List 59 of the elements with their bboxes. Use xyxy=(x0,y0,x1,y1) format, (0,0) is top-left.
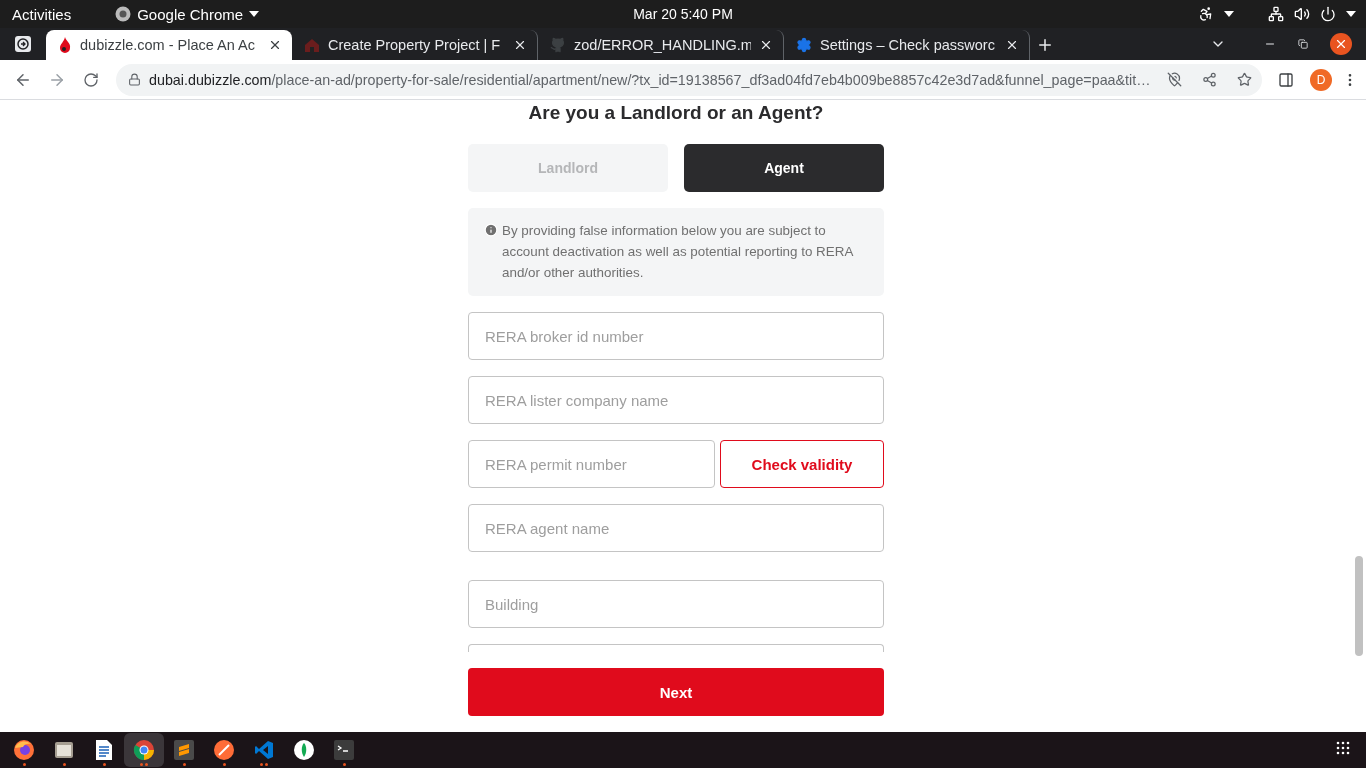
leaf-icon[interactable] xyxy=(293,739,315,761)
location-blocked-icon[interactable] xyxy=(1167,72,1182,87)
chrome-icon[interactable] xyxy=(133,739,155,761)
text-field[interactable]: RERA permit number xyxy=(468,440,715,488)
close-icon[interactable] xyxy=(1005,38,1019,52)
accessibility-icon[interactable] xyxy=(1198,6,1214,22)
power-icon[interactable] xyxy=(1320,6,1336,22)
text-field[interactable]: RERA broker id number xyxy=(468,312,884,360)
info-icon xyxy=(484,223,498,237)
browser-tab[interactable]: dubizzle.com - Place An Ac xyxy=(46,30,292,60)
house-icon xyxy=(304,37,320,53)
caret-icon xyxy=(1224,11,1234,17)
text-field[interactable]: RERA lister company name xyxy=(468,376,884,424)
role-toggle[interactable]: Agent xyxy=(684,144,884,192)
terminal-icon[interactable] xyxy=(334,740,354,760)
pen-icon[interactable] xyxy=(213,739,235,761)
text-field[interactable]: RERA agent name xyxy=(468,504,884,552)
new-tab-icon[interactable] xyxy=(1036,36,1054,54)
restore-icon[interactable] xyxy=(1298,39,1308,49)
github-icon xyxy=(550,37,566,53)
running-indicator xyxy=(140,763,148,766)
address-bar[interactable]: dubai.dubizzle.com/place-an-ad/property-for-sale/residential/apartment/new/?tx_id=19138567_df3ad04fd7eb4b009be8857c42e3d7ad&funnel_page=paa&tit… xyxy=(116,63,1262,96)
caret-icon xyxy=(1346,11,1356,17)
running-indicator xyxy=(182,763,186,766)
side-panel-icon[interactable] xyxy=(1278,71,1294,88)
caret-icon xyxy=(249,11,260,17)
sublime-icon[interactable] xyxy=(174,740,194,760)
close-icon[interactable] xyxy=(759,38,773,52)
running-indicator xyxy=(222,763,226,766)
chrome-icon xyxy=(115,6,132,22)
folder-icon[interactable] xyxy=(54,740,74,760)
running-indicator xyxy=(260,763,268,766)
clock[interactable]: Mar 20 5:40 PM xyxy=(633,6,733,22)
text-field[interactable]: Building xyxy=(468,580,884,628)
running-indicator xyxy=(62,763,66,766)
form-title: Are you a Landlord or an Agent? xyxy=(527,102,825,124)
code-editor-icon[interactable] xyxy=(254,740,274,760)
close-icon[interactable] xyxy=(513,38,527,52)
notice-text: By providing false information below you are subject to account deactivation as well as potential reporting to RERA and/or other authorities. xyxy=(502,222,855,282)
check-validity-button[interactable]: Check validity xyxy=(720,440,884,488)
scrollbar-thumb[interactable] xyxy=(1355,556,1363,656)
document-icon[interactable] xyxy=(95,739,113,761)
running-indicator xyxy=(102,763,106,766)
share-icon[interactable] xyxy=(1202,72,1217,87)
flame-icon xyxy=(58,37,72,53)
reload-icon[interactable] xyxy=(83,71,99,88)
url-text: dubai.dubizzle.com/place-an-ad/property-for-sale/residential/apartment/new/?tx_id=19138567_df3ad04fd7eb4b009be8857c42e3d7ad&funnel_page=paa&tit… xyxy=(149,71,1151,88)
bookmark-icon[interactable] xyxy=(1237,72,1252,87)
next-button[interactable]: Next xyxy=(468,668,884,716)
firefox-icon[interactable] xyxy=(13,739,35,761)
volume-icon[interactable] xyxy=(1294,6,1310,22)
close-icon[interactable] xyxy=(268,38,282,52)
running-indicator xyxy=(342,763,346,766)
activities-button[interactable]: Activities xyxy=(12,5,72,23)
settings-icon xyxy=(796,37,812,53)
app-menu[interactable]: Google Chrome xyxy=(137,5,244,23)
network-icon[interactable] xyxy=(1268,6,1284,22)
lock-icon xyxy=(128,73,141,86)
running-indicator xyxy=(22,763,26,766)
